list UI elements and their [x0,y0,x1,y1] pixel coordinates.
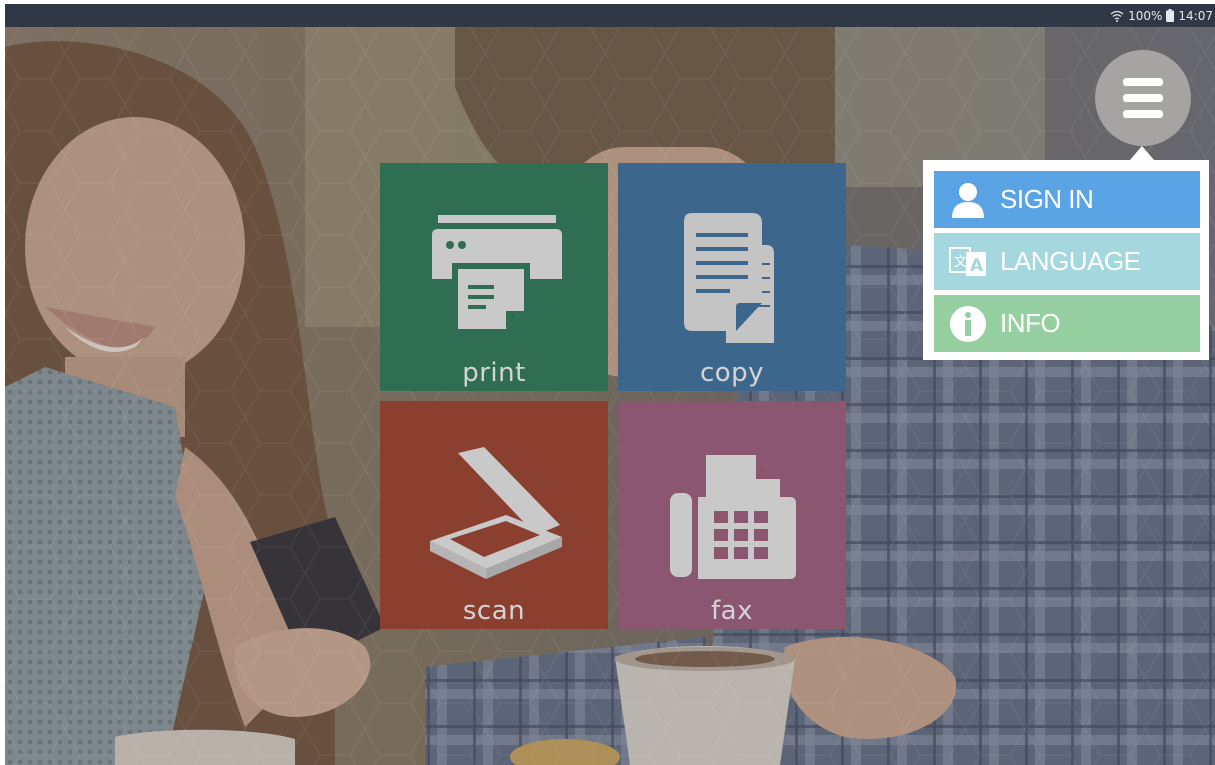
fax-icon [618,401,846,591]
status-indicators: 100% 14:07 [1110,8,1213,23]
language-menu-item[interactable]: 文 A LANGUAGE [934,233,1200,290]
battery-icon [1166,9,1175,22]
copy-document-icon [618,163,846,353]
clock-time: 14:07 [1178,8,1213,23]
scan-label: scan [462,596,526,626]
info-icon [948,304,988,344]
info-menu-item[interactable]: INFO [934,295,1200,352]
svg-text:A: A [970,256,984,276]
scan-tile[interactable]: scan [380,401,608,629]
scanner-icon [380,401,608,591]
language-label: LANGUAGE [1000,246,1141,276]
sign-in-label: SIGN IN [1000,184,1094,214]
info-label: INFO [1000,308,1061,338]
copy-tile[interactable]: copy [618,163,846,391]
copy-label: copy [699,358,765,388]
menu-dropdown: SIGN IN 文 A LANGUAGE INFO [923,160,1209,360]
fax-label: fax [711,596,753,626]
background-photo [5,27,1215,765]
kiosk-screen: 100% 14:07 print copy scan fax SIGN IN 文… [5,4,1215,765]
sign-in-menu-item[interactable]: SIGN IN [934,171,1200,228]
user-icon [948,180,988,220]
print-tile[interactable]: print [380,163,608,391]
fax-tile[interactable]: fax [618,401,846,629]
menu-pointer [1130,146,1154,160]
svg-text:文: 文 [954,255,967,270]
translate-icon: 文 A [948,242,988,282]
status-bar: 100% 14:07 [5,4,1215,27]
hamburger-menu-icon [1095,50,1191,146]
printer-icon [380,163,608,353]
battery-percentage: 100% [1128,8,1163,23]
print-label: print [462,358,526,388]
hamburger-menu-button[interactable] [1095,50,1191,146]
wifi-icon [1110,10,1124,22]
